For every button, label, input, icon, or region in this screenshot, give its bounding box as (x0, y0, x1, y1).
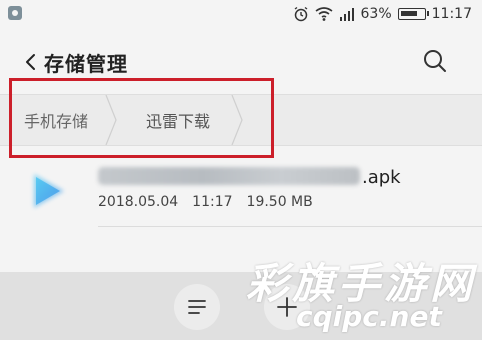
watermark-url: cqipc.net (296, 300, 442, 333)
file-extension: .apk (362, 167, 401, 188)
clock: 11:17 (431, 6, 472, 22)
search-icon[interactable] (422, 48, 448, 74)
status-bar: 63% 11:17 (0, 0, 482, 28)
menu-icon (188, 300, 206, 314)
annotation-highlight-box (9, 78, 274, 158)
signal-icon (339, 8, 354, 21)
file-date: 2018.05.04 (98, 194, 179, 210)
battery-percent: 63% (360, 6, 392, 22)
divider (98, 226, 482, 227)
apk-file-icon (34, 174, 64, 208)
file-meta: 2018.05.04 11:17 19.50 MB (98, 194, 313, 210)
alarm-icon (294, 6, 307, 22)
wifi-icon (315, 7, 332, 21)
status-icons: 63% 11:17 (293, 4, 472, 24)
redacted-filename (98, 167, 360, 185)
back-arrow-icon[interactable] (20, 50, 44, 74)
list-item[interactable]: .apk 2018.05.04 11:17 19.50 MB (0, 150, 482, 230)
app-icon (8, 6, 22, 20)
page-title: 存储管理 (44, 52, 128, 76)
menu-button[interactable] (174, 284, 220, 330)
battery-icon (397, 8, 429, 20)
file-size: 19.50 MB (246, 194, 313, 210)
file-time: 11:17 (192, 194, 233, 210)
file-name: .apk (98, 160, 401, 188)
